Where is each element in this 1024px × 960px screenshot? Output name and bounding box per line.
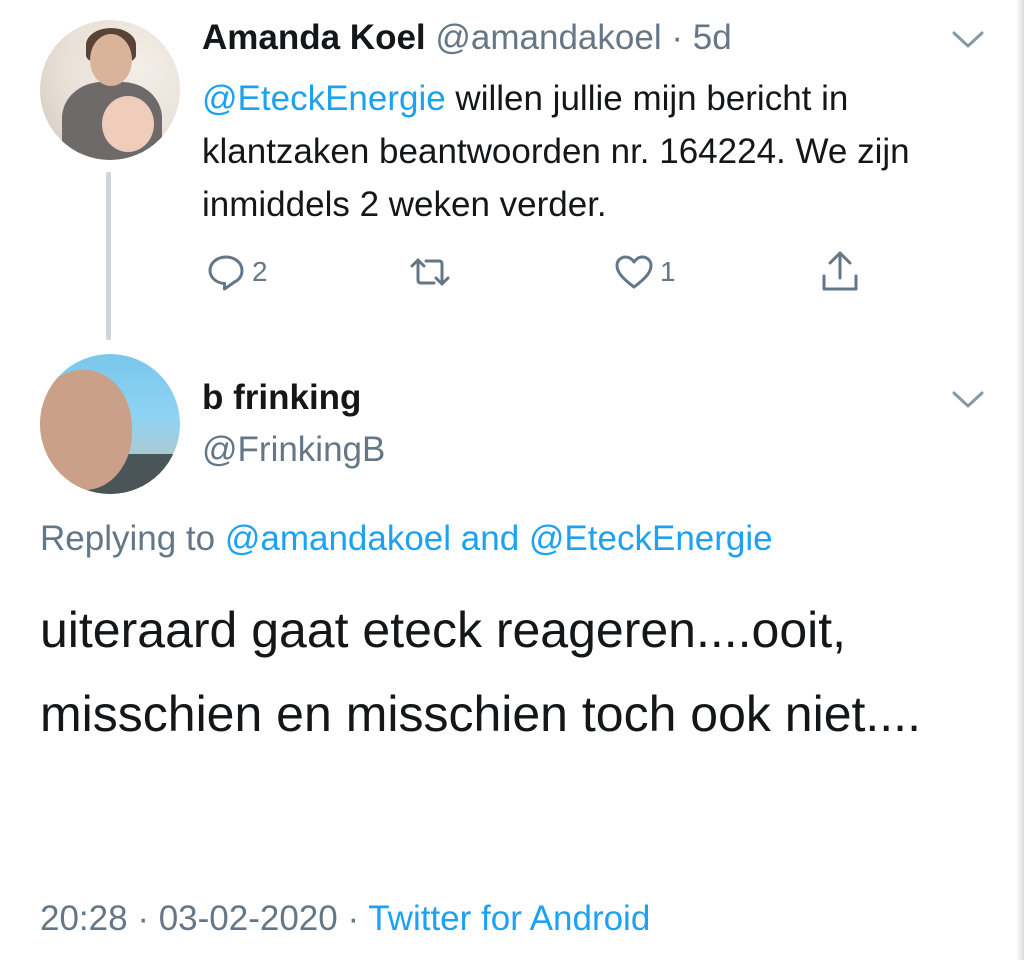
meta-separator: · (127, 899, 159, 938)
author-handle[interactable]: @amandakoel (435, 18, 661, 57)
replying-to: Replying to @amandakoel and @EteckEnergi… (40, 516, 773, 562)
tweet-actions: 2 1 (0, 244, 1016, 300)
share-icon (816, 248, 864, 296)
meta-separator: · (671, 18, 683, 57)
mention-link[interactable]: @EteckEnergie (202, 79, 446, 118)
like-count: 1 (660, 256, 676, 287)
author-name[interactable]: Amanda Koel (202, 18, 426, 57)
author-avatar[interactable] (40, 354, 180, 494)
author-handle[interactable]: @FrinkingB (202, 428, 385, 472)
tweet-text: @EteckEnergie willen jullie mijn bericht… (202, 72, 1002, 231)
like-icon (612, 250, 656, 294)
scrollbar-edge (1016, 0, 1024, 960)
replying-joiner: and (451, 519, 529, 558)
tweet-date: 03-02-2020 (158, 899, 338, 938)
author-name[interactable]: b frinking (202, 376, 361, 420)
tweet-header: Amanda Koel @amandakoel · 5d (202, 16, 732, 60)
mention-link[interactable]: @amandakoel (225, 519, 451, 558)
reply-icon (204, 250, 248, 294)
replying-prefix: Replying to (40, 519, 225, 558)
like-button[interactable]: 1 (612, 244, 676, 300)
reply-count: 2 (252, 256, 268, 287)
chevron-down-icon[interactable] (948, 384, 988, 414)
tweet-footer: 20:28 · 03-02-2020 · Twitter for Android (40, 896, 650, 942)
mention-link[interactable]: @EteckEnergie (529, 519, 773, 558)
chevron-down-icon[interactable] (948, 24, 988, 54)
tweet-text: uiteraard gaat eteck reageren....ooit, m… (40, 602, 921, 742)
tweet-time: 20:28 (40, 899, 128, 938)
author-avatar[interactable] (40, 20, 180, 160)
reply-button[interactable]: 2 (204, 244, 268, 300)
retweet-icon (404, 250, 456, 294)
parent-tweet[interactable]: Amanda Koel @amandakoel · 5d @EteckEnerg… (0, 0, 1016, 345)
tweet-source-link[interactable]: Twitter for Android (368, 899, 650, 938)
retweet-button[interactable] (404, 244, 460, 300)
share-button[interactable] (816, 244, 864, 300)
tweet-age[interactable]: 5d (693, 18, 732, 57)
meta-separator: · (337, 899, 369, 938)
